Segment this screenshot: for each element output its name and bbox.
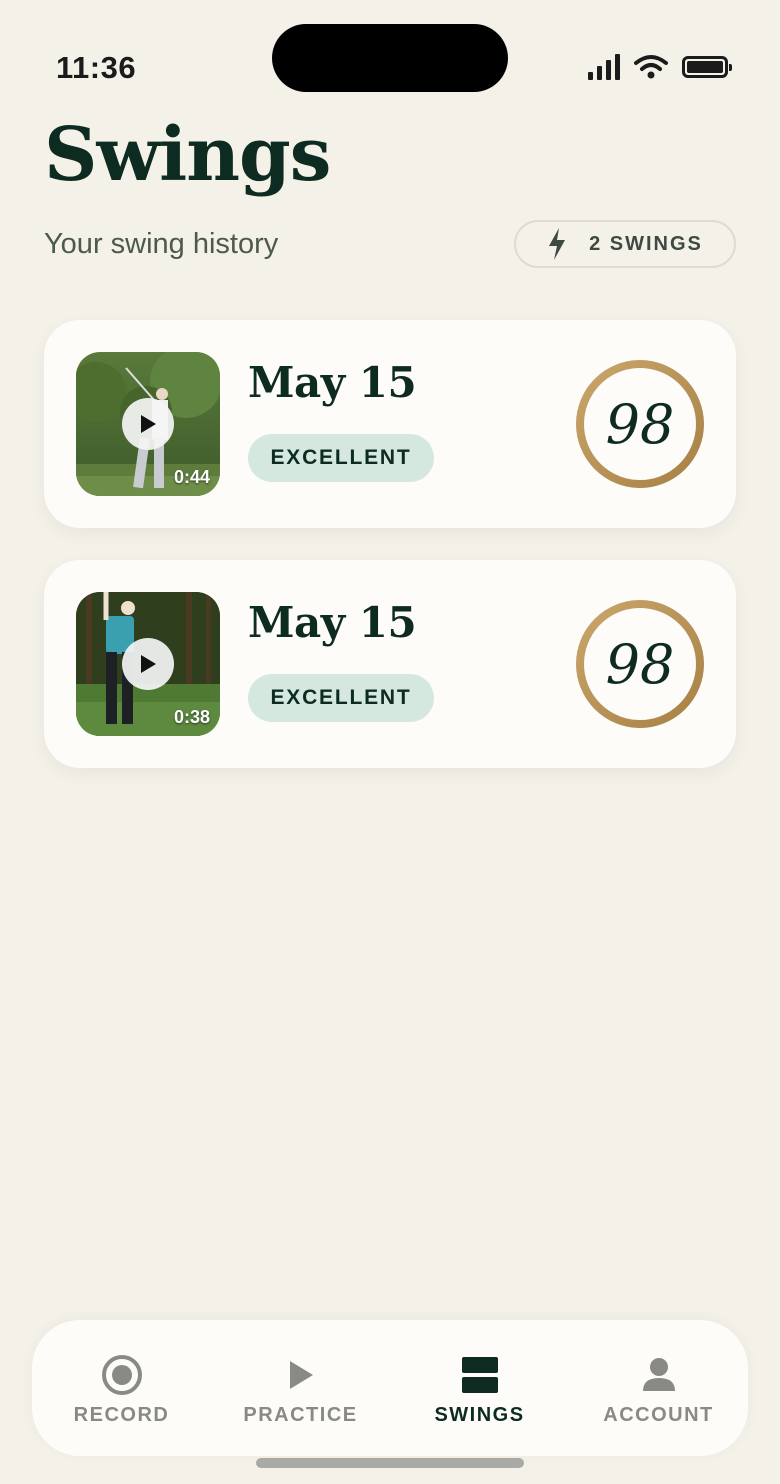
score-ring: 98 — [574, 598, 706, 730]
swing-card[interactable]: 0:38 May 15 EXCELLENT 98 — [44, 560, 736, 768]
play-icon — [280, 1354, 322, 1396]
swing-date: May 15 — [248, 358, 417, 407]
record-icon — [101, 1354, 143, 1396]
page-subtitle: Your swing history — [44, 228, 279, 260]
tab-label: PRACTICE — [243, 1404, 358, 1426]
tab-bar: RECORD PRACTICE SWINGS ACCOUNT — [32, 1320, 748, 1456]
phone-screen: 11:36 Swings Your swing history 2 SWINGS — [0, 0, 780, 1484]
tab-label: RECORD — [73, 1404, 170, 1426]
tab-practice[interactable]: PRACTICE — [211, 1320, 390, 1456]
swing-count-label: 2 SWINGS — [589, 232, 703, 255]
score-value: 98 — [605, 632, 675, 696]
home-indicator — [256, 1458, 524, 1468]
play-icon — [141, 655, 156, 673]
score-value: 98 — [605, 392, 675, 456]
status-time: 11:36 — [56, 50, 137, 85]
swing-card[interactable]: 0:44 May 15 EXCELLENT 98 — [44, 320, 736, 528]
tab-account[interactable]: ACCOUNT — [569, 1320, 748, 1456]
rating-badge: EXCELLENT — [248, 434, 434, 482]
play-button[interactable] — [122, 638, 174, 690]
play-icon — [141, 415, 156, 433]
swing-video-thumbnail[interactable]: 0:44 — [76, 352, 220, 496]
swing-date: May 15 — [248, 598, 417, 647]
person-icon — [638, 1354, 680, 1396]
wifi-icon — [634, 55, 668, 79]
video-duration: 0:38 — [173, 707, 210, 727]
swing-video-thumbnail[interactable]: 0:38 — [76, 592, 220, 736]
signal-icon — [588, 54, 620, 80]
tab-label: ACCOUNT — [603, 1404, 714, 1426]
page-title: Swings — [44, 112, 331, 198]
swings-icon — [459, 1354, 501, 1396]
status-icons — [588, 54, 732, 80]
rating-badge: EXCELLENT — [248, 674, 434, 722]
battery-icon — [682, 56, 732, 78]
score-ring: 98 — [574, 358, 706, 490]
lightning-icon — [549, 228, 566, 260]
dynamic-island — [272, 24, 508, 92]
swing-count-badge: 2 SWINGS — [514, 220, 736, 268]
play-button[interactable] — [122, 398, 174, 450]
tab-swings[interactable]: SWINGS — [390, 1320, 569, 1456]
tab-record[interactable]: RECORD — [32, 1320, 211, 1456]
tab-label: SWINGS — [434, 1404, 525, 1426]
video-duration: 0:44 — [173, 467, 210, 487]
